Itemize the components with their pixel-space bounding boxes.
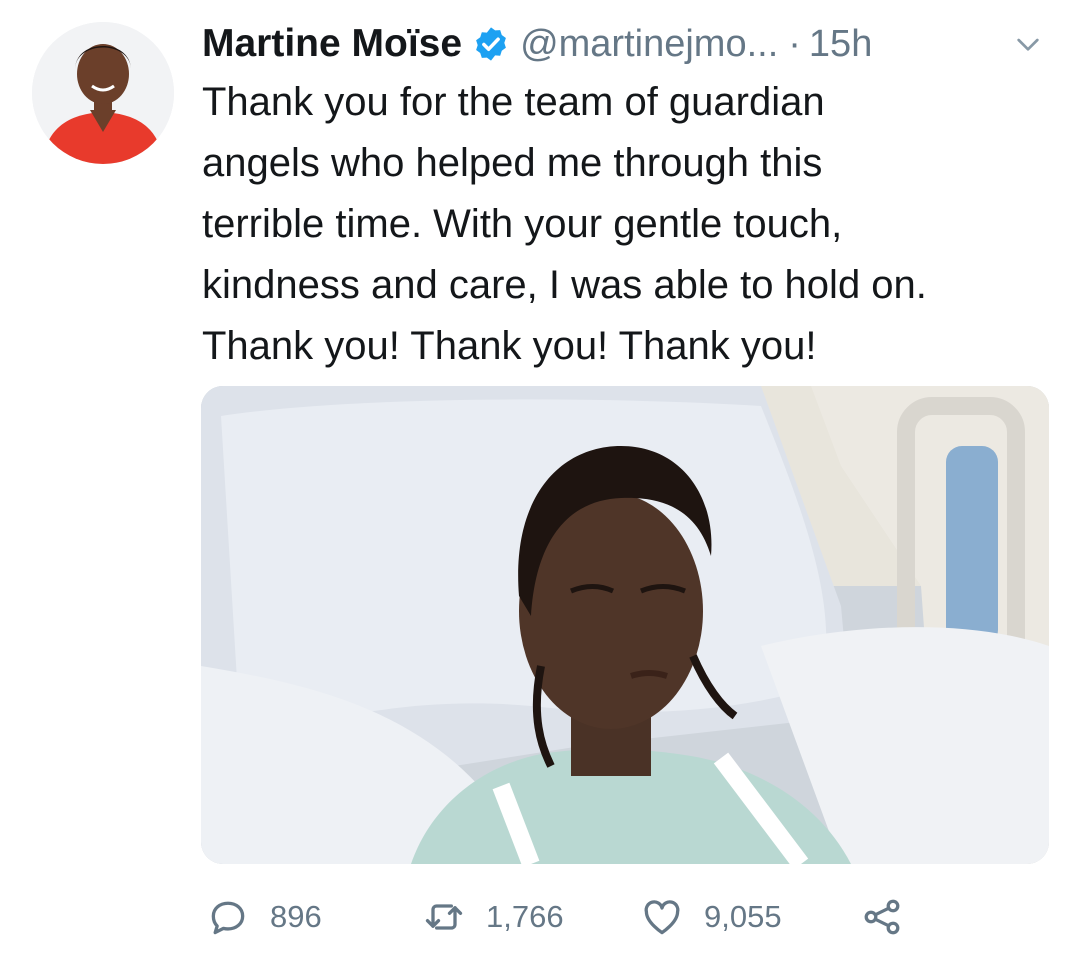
retweet-icon: [425, 904, 463, 930]
like-count: 9,055: [704, 899, 782, 934]
retweet-count: 1,766: [486, 899, 564, 934]
chevron-down-icon[interactable]: [1012, 28, 1044, 60]
tweet-text: Thank you for the team of guardian angel…: [202, 80, 927, 368]
retweet-button[interactable]: 1,766: [422, 885, 564, 949]
like-icon: [644, 900, 680, 935]
hospital-photo: [201, 386, 1049, 864]
author-handle[interactable]: @martinejmo...: [520, 23, 778, 66]
tweet-photo[interactable]: [201, 386, 1049, 864]
reply-count: 896: [270, 899, 322, 934]
author-avatar[interactable]: [32, 22, 174, 164]
reply-button[interactable]: 896: [206, 885, 322, 949]
tweet-timestamp[interactable]: 15h: [809, 23, 872, 66]
share-icon: [864, 899, 900, 935]
tweet-header: Martine Moïse @martinejmo... · 15h: [202, 14, 872, 74]
verified-badge-icon: [476, 27, 506, 61]
avatar-portrait: [32, 22, 174, 164]
tweet-actions: 896 1,766 9,055: [200, 885, 1060, 949]
like-button[interactable]: 9,055: [640, 885, 782, 949]
reply-icon: [211, 901, 245, 935]
author-name[interactable]: Martine Moïse: [202, 22, 462, 66]
header-separator: ·: [788, 22, 801, 65]
share-button[interactable]: [860, 885, 924, 949]
